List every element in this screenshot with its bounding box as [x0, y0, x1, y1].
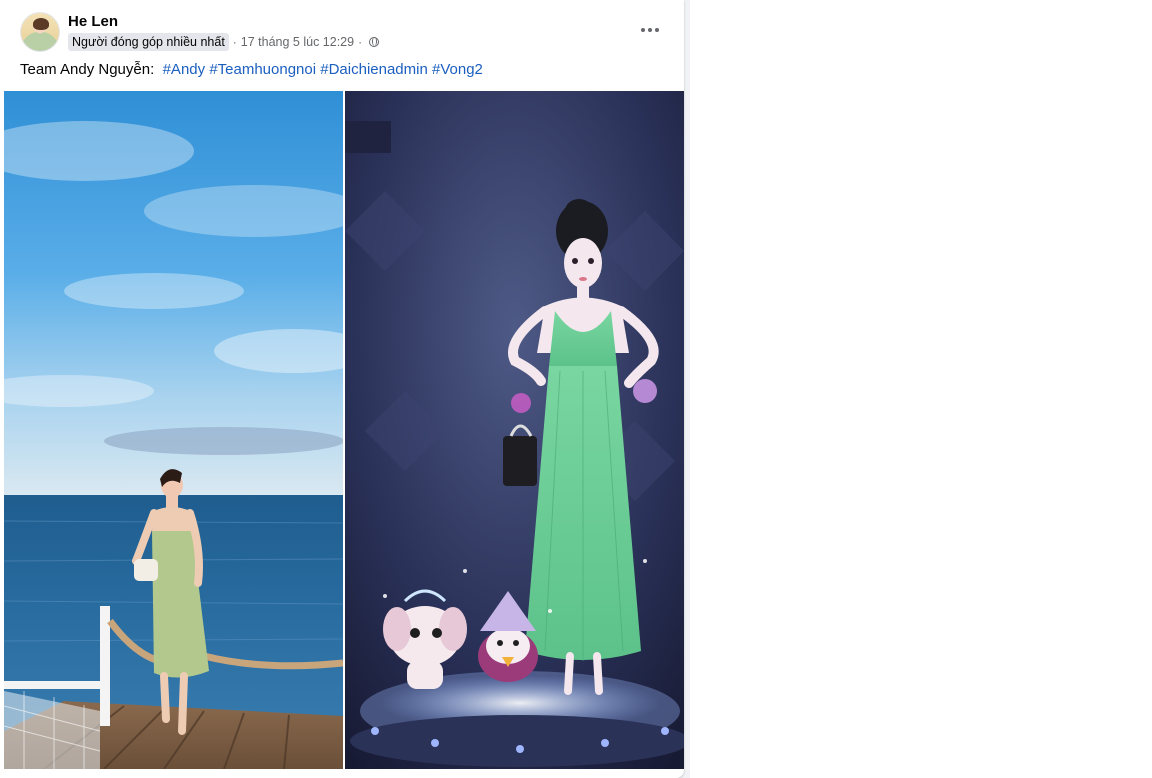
caption-text: Team Andy Nguyễn:	[20, 61, 155, 78]
author-name[interactable]: He Len	[68, 13, 118, 30]
post-photo-game-avatar[interactable]	[345, 91, 684, 769]
post-header: He Len Người đóng góp nhiều nhất · 17 th…	[0, 0, 684, 56]
top-contributor-badge[interactable]: Người đóng góp nhiều nhất	[68, 33, 229, 51]
meta-separator-2: ·	[358, 35, 363, 49]
post-options-button[interactable]	[634, 14, 666, 46]
more-horizontal-icon	[641, 28, 659, 32]
beach-photo-image	[4, 91, 343, 769]
game-avatar-image	[345, 91, 684, 769]
meta-separator: ·	[232, 35, 237, 49]
post-timestamp[interactable]: 17 tháng 5 lúc 12:29	[241, 35, 354, 49]
post-photo-beach[interactable]	[4, 91, 343, 769]
hashtag-vong2[interactable]: #Vong2	[432, 61, 483, 78]
author-avatar[interactable]	[20, 12, 60, 52]
avatar-hair	[33, 18, 49, 30]
hashtag-andy[interactable]: #Andy	[163, 61, 206, 78]
post-meta: Người đóng góp nhiều nhất · 17 tháng 5 l…	[68, 32, 380, 52]
post-card: He Len Người đóng góp nhiều nhất · 17 th…	[0, 0, 684, 778]
globe-icon[interactable]	[369, 37, 380, 47]
hashtag-daichienadmin[interactable]: #Daichienadmin	[320, 61, 428, 78]
post-caption: Team Andy Nguyễn: #Andy #Teamhuongnoi #D…	[20, 61, 483, 78]
hashtag-teamhuongnoi[interactable]: #Teamhuongnoi	[209, 61, 316, 78]
post-footer-edge	[0, 769, 684, 778]
